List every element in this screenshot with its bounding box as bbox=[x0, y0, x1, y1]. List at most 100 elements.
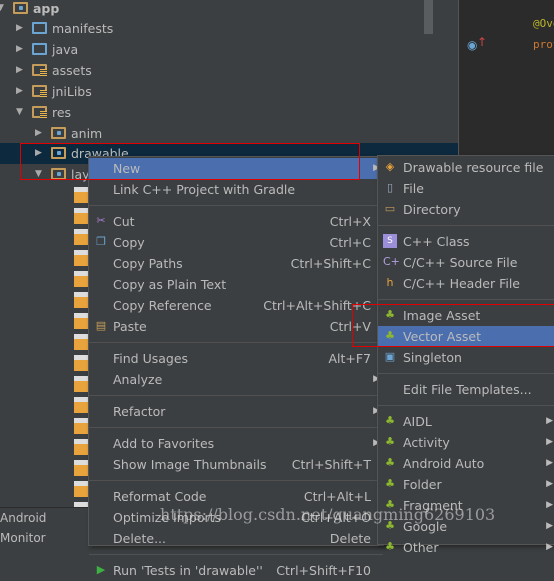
menu-item-reformat-code[interactable]: Reformat Code Ctrl+Alt+L bbox=[89, 486, 383, 507]
singleton-icon: ▣ bbox=[384, 350, 396, 363]
menu-item-label: C/C++ Source File bbox=[403, 255, 518, 270]
menu-item-analyze[interactable]: Analyze▶ bbox=[89, 369, 383, 390]
submenu-arrow-icon: ▶ bbox=[546, 521, 553, 531]
menu-item-add-to-favorites[interactable]: Add to Favorites▶ bbox=[89, 433, 383, 454]
collapsed-arrow-icon[interactable]: ▶ bbox=[35, 143, 42, 164]
copy-icon: ❐ bbox=[96, 235, 106, 248]
xml-file-icon bbox=[74, 187, 88, 203]
menu-item-label: Directory bbox=[403, 202, 461, 217]
xml-file-icon bbox=[74, 397, 88, 413]
menu-separator bbox=[378, 225, 554, 226]
up-arrow-icon: ↑ bbox=[477, 35, 488, 49]
tree-item-label: java bbox=[52, 42, 79, 57]
tree-item-res[interactable]: ▼ res bbox=[0, 102, 458, 123]
menu-item-label: C/C++ Header File bbox=[403, 276, 520, 291]
override-gutter-icon[interactable]: ◉ bbox=[467, 38, 477, 52]
menu-item-refactor[interactable]: Refactor▶ bbox=[89, 401, 383, 422]
xml-file-icon bbox=[74, 250, 88, 266]
menu-item-label: Copy Reference bbox=[113, 298, 212, 313]
menu-item-edit-file-templates[interactable]: Edit File Templates... bbox=[378, 379, 554, 400]
menu-item-label: Analyze bbox=[113, 372, 163, 387]
xml-file-icon bbox=[74, 355, 88, 371]
menu-item-copy-paths[interactable]: Copy Paths Ctrl+Shift+C bbox=[89, 253, 383, 274]
menu-item-label: New bbox=[113, 161, 141, 176]
tree-item-manifests[interactable]: ▶ manifests bbox=[0, 18, 458, 39]
xml-file-icon bbox=[74, 229, 88, 245]
menu-item-copy-reference[interactable]: Copy Reference Ctrl+Alt+Shift+C bbox=[89, 295, 383, 316]
tree-item-label: app bbox=[33, 1, 60, 16]
new-submenu: ◈ Drawable resource file ▯ File ▭ Directory S C… bbox=[377, 155, 554, 555]
tree-item-java[interactable]: ▶ java bbox=[0, 39, 458, 60]
submenu-arrow-icon: ▶ bbox=[546, 437, 553, 447]
android-icon: ♣ bbox=[385, 308, 395, 321]
paste-icon: ▤ bbox=[95, 319, 107, 332]
menu-item-label: Copy as Plain Text bbox=[113, 277, 227, 292]
menu-item-label: Paste bbox=[113, 319, 147, 334]
tree-item-assets[interactable]: ▶ assets bbox=[0, 60, 458, 81]
menu-item-label: Delete... bbox=[113, 531, 166, 546]
menu-item-shortcut: Ctrl+Alt+L bbox=[303, 489, 371, 504]
android-icon: ♣ bbox=[385, 329, 395, 342]
cpp-class-icon: S bbox=[383, 234, 397, 248]
xml-file-icon bbox=[74, 292, 88, 308]
menu-separator bbox=[89, 395, 383, 396]
menu-item-aidl[interactable]: ♣ AIDL ▶ bbox=[378, 411, 554, 432]
menu-item-paste[interactable]: ▤ Paste Ctrl+V bbox=[89, 316, 383, 337]
tree-scrollbar[interactable] bbox=[424, 0, 433, 34]
menu-item-find-usages[interactable]: Find Usages Alt+F7 bbox=[89, 348, 383, 369]
expanded-arrow-icon[interactable]: ▼ bbox=[16, 102, 23, 123]
collapsed-arrow-icon[interactable]: ▶ bbox=[16, 18, 23, 39]
menu-item-c-c-header-file[interactable]: h C/C++ Header File bbox=[378, 273, 554, 294]
collapsed-arrow-icon[interactable]: ▶ bbox=[16, 39, 23, 60]
menu-item-label: Edit File Templates... bbox=[403, 382, 532, 397]
xml-file-icon bbox=[74, 418, 88, 434]
collapsed-arrow-icon[interactable]: ▶ bbox=[16, 60, 23, 81]
menu-item-show-image-thumbnails[interactable]: Show Image Thumbnails Ctrl+Shift+T bbox=[89, 454, 383, 475]
android-icon: ♣ bbox=[385, 540, 395, 553]
menu-item-directory[interactable]: ▭ Directory bbox=[378, 199, 554, 220]
menu-item-singleton[interactable]: ▣ Singleton bbox=[378, 347, 554, 368]
android-monitor-tab[interactable]: Android Monitor bbox=[0, 507, 88, 545]
menu-item-run-tests-in-drawable[interactable]: ▶ Run 'Tests in 'drawable'' Ctrl+Shift+F10 bbox=[89, 560, 383, 581]
xml-file-icon bbox=[74, 271, 88, 287]
menu-item-delete[interactable]: Delete... Delete bbox=[89, 528, 383, 549]
tree-item-label: assets bbox=[52, 63, 92, 78]
menu-item-other[interactable]: ♣ Other ▶ bbox=[378, 537, 554, 558]
menu-item-c-class[interactable]: S C++ Class bbox=[378, 231, 554, 252]
menu-item-cut[interactable]: ✂ Cut Ctrl+X bbox=[89, 211, 383, 232]
xml-file-icon bbox=[74, 208, 88, 224]
menu-item-shortcut: Alt+F7 bbox=[328, 351, 371, 366]
menu-item-copy-as-plain-text[interactable]: Copy as Plain Text bbox=[89, 274, 383, 295]
menu-item-drawable-resource-file[interactable]: ◈ Drawable resource file bbox=[378, 157, 554, 178]
menu-item-copy[interactable]: ❐ Copy Ctrl+C bbox=[89, 232, 383, 253]
tree-item-anim[interactable]: ▶ anim bbox=[0, 123, 458, 144]
collapsed-arrow-icon[interactable]: ▶ bbox=[35, 123, 42, 144]
menu-item-image-asset[interactable]: ♣ Image Asset bbox=[378, 305, 554, 326]
menu-item-c-c-source-file[interactable]: C+ C/C++ Source File bbox=[378, 252, 554, 273]
menu-item-shortcut: Ctrl+C bbox=[329, 235, 371, 250]
menu-item-label: Image Asset bbox=[403, 308, 481, 323]
resource-folder-icon bbox=[32, 85, 47, 97]
menu-item-activity[interactable]: ♣ Activity ▶ bbox=[378, 432, 554, 453]
menu-item-folder[interactable]: ♣ Folder ▶ bbox=[378, 474, 554, 495]
menu-item-vector-asset[interactable]: ♣ Vector Asset bbox=[378, 326, 554, 347]
menu-item-shortcut: Ctrl+Shift+T bbox=[291, 457, 371, 472]
menu-item-label: Find Usages bbox=[113, 351, 189, 366]
menu-item-new[interactable]: New▶ bbox=[89, 158, 383, 179]
menu-item-file[interactable]: ▯ File bbox=[378, 178, 554, 199]
menu-item-label: Android Auto bbox=[403, 456, 485, 471]
tree-item-app[interactable]: ▼ app bbox=[0, 0, 458, 19]
expanded-arrow-icon[interactable]: ▼ bbox=[35, 164, 42, 185]
android-icon: ♣ bbox=[385, 477, 395, 490]
xml-file-icon bbox=[74, 313, 88, 329]
xml-file-icon bbox=[74, 334, 88, 350]
package-folder-icon bbox=[51, 127, 66, 139]
submenu-arrow-icon: ▶ bbox=[546, 479, 553, 489]
menu-item-android-auto[interactable]: ♣ Android Auto ▶ bbox=[378, 453, 554, 474]
expanded-arrow-icon[interactable]: ▼ bbox=[0, 0, 4, 19]
tree-item-jniLibs[interactable]: ▶ jniLibs bbox=[0, 81, 458, 102]
menu-item-label: Other bbox=[403, 540, 439, 555]
menu-item-label: Copy Paths bbox=[113, 256, 183, 271]
menu-item-link-c-project-with-gradle[interactable]: Link C++ Project with Gradle bbox=[89, 179, 383, 200]
collapsed-arrow-icon[interactable]: ▶ bbox=[16, 81, 23, 102]
